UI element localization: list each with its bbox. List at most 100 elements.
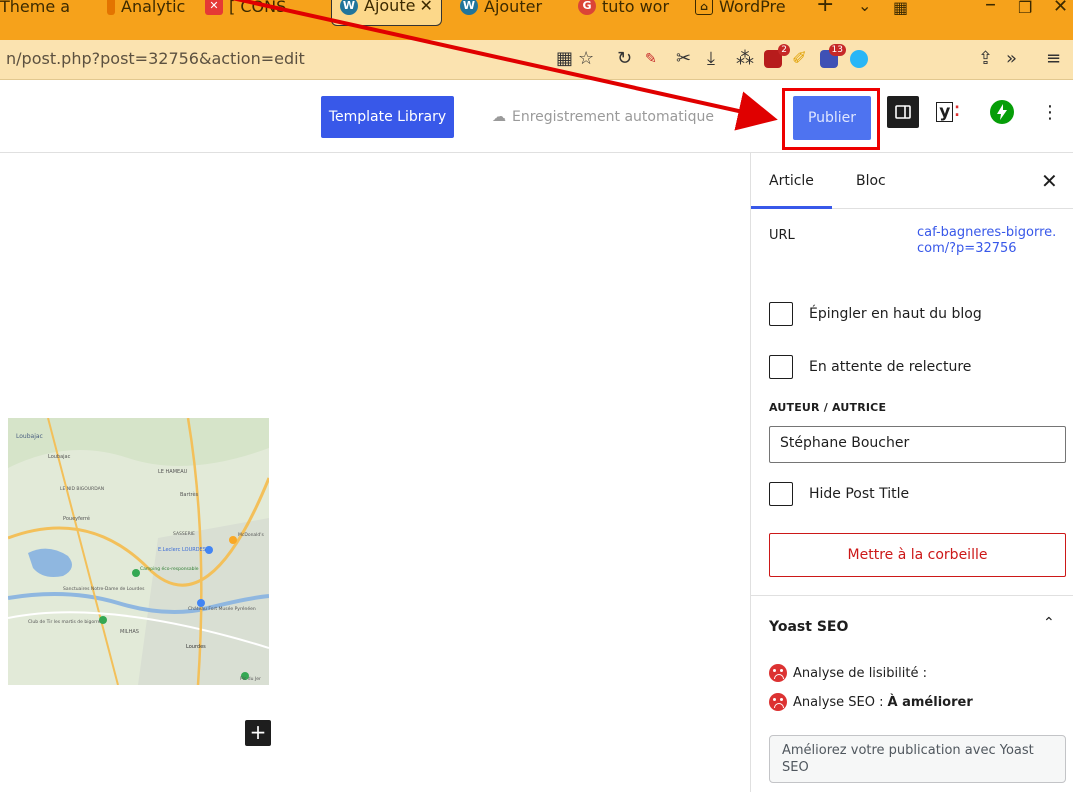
- settings-panel-toggle[interactable]: [887, 96, 919, 128]
- google-tab-icon: G: [578, 0, 596, 15]
- close-tab-icon[interactable]: ✕: [419, 0, 432, 15]
- readability-label: Analyse de lisibilité :: [793, 665, 927, 681]
- badge-count: 13: [828, 44, 846, 56]
- permalink-link[interactable]: caf-bagneres-bigorre.com/?p=32756: [917, 225, 1057, 257]
- tab-label: WordPre: [719, 0, 786, 16]
- share-icon[interactable]: ⇪: [978, 48, 993, 70]
- tab-label: Ajouter: [484, 0, 543, 16]
- scissors-extension-icon[interactable]: ✂: [676, 48, 691, 70]
- tab-label: Analytic: [121, 0, 186, 16]
- extension-grid-icon[interactable]: ⁂: [736, 48, 754, 70]
- pending-review-label: En attente de relecture: [809, 359, 972, 375]
- seo-status: À améliorer: [887, 694, 973, 710]
- map-label: Pic du Jer: [240, 676, 261, 682]
- bolt-icon: [990, 100, 1014, 124]
- pin-post-label: Épingler en haut du blog: [809, 306, 982, 322]
- screen: Theme a Analytic ✕ [ CONS W Ajoute ✕ W A…: [0, 0, 1073, 792]
- map-label: Sanctuaires Notre-Dame de Lourdes: [63, 586, 145, 592]
- map-graphic: Loubajac Loubajac LE HAMEAU LE NID BIGOU…: [8, 418, 269, 685]
- more-extensions-icon[interactable]: »: [1006, 48, 1017, 70]
- cloud-icon: ☁: [492, 109, 506, 125]
- performance-icon[interactable]: [986, 96, 1018, 128]
- map-label: MILHAS: [120, 629, 139, 635]
- pending-review-option[interactable]: En attente de relecture: [769, 355, 971, 379]
- tab-bloc[interactable]: Bloc: [838, 153, 904, 209]
- more-options-icon[interactable]: ⋮: [1034, 96, 1066, 128]
- qr-icon[interactable]: ▦: [556, 48, 573, 70]
- browser-tab-strip: Theme a Analytic ✕ [ CONS W Ajoute ✕ W A…: [0, 0, 1073, 40]
- address-bar: n/post.php?post=32756&action=edit ▦ ☆ ↻ …: [0, 40, 1073, 80]
- autosave-status: ☁ Enregistrement automatique: [492, 109, 714, 125]
- divider: [751, 595, 1073, 596]
- browser-tab[interactable]: G tuto wor: [578, 0, 669, 26]
- map-label: Lourdes: [186, 644, 206, 650]
- pencil-extension-icon[interactable]: ✐: [792, 48, 807, 70]
- seo-label: Analyse SEO :: [793, 694, 884, 710]
- pin-post-checkbox[interactable]: [769, 302, 793, 326]
- readability-analysis: Analyse de lisibilité :: [769, 664, 927, 682]
- tab-label: Theme a: [0, 0, 71, 16]
- wordpress-tab-icon: W: [340, 0, 358, 15]
- badge-count: 2: [778, 44, 790, 56]
- close-window-icon[interactable]: ✕: [1053, 0, 1068, 17]
- map-label: Camping éco-responsable: [140, 565, 199, 572]
- sad-face-icon: [769, 664, 787, 682]
- autosave-label: Enregistrement automatique: [512, 109, 714, 125]
- grid-icon[interactable]: ▦: [893, 0, 908, 17]
- editor-header: Template Library ☁ Enregistrement automa…: [0, 81, 1073, 153]
- pending-review-checkbox[interactable]: [769, 355, 793, 379]
- tab-article[interactable]: Article: [751, 153, 832, 209]
- yoast-panel-title[interactable]: Yoast SEO: [769, 619, 848, 635]
- yoast-improve-button[interactable]: Améliorez votre publication avec Yoast S…: [769, 735, 1066, 783]
- add-block-button[interactable]: +: [245, 720, 271, 746]
- wordpress-tab-icon: ⌂: [695, 0, 713, 15]
- url-input[interactable]: n/post.php?post=32756&action=edit: [6, 49, 305, 68]
- map-label: Loubajac: [48, 454, 71, 460]
- template-library-button[interactable]: Template Library: [321, 96, 454, 138]
- tab-label: tuto wor: [602, 0, 670, 16]
- pdf-extension-icon[interactable]: ✎: [645, 48, 657, 70]
- author-select[interactable]: Stéphane Boucher: [769, 426, 1066, 463]
- map-label: LE NID BIGOURDAN: [60, 486, 104, 492]
- close-icon[interactable]: ✕: [1041, 169, 1058, 193]
- map-label: SASSERIE: [173, 531, 195, 537]
- restore-icon[interactable]: ❐: [1018, 0, 1032, 17]
- author-label: AUTEUR / AUTRICE: [769, 401, 887, 414]
- settings-sidebar: Article Bloc ✕ URL caf-bagneres-bigorre.…: [750, 153, 1073, 792]
- translate-extension-icon[interactable]: [850, 50, 868, 68]
- browser-tab[interactable]: W Ajouter: [460, 0, 542, 26]
- publish-button[interactable]: Publier: [793, 96, 871, 140]
- hide-title-checkbox[interactable]: [769, 482, 793, 506]
- browser-tab[interactable]: ⌂ WordPre: [695, 0, 786, 26]
- trash-button[interactable]: Mettre à la corbeille: [769, 533, 1066, 577]
- minimize-icon[interactable]: –: [985, 0, 996, 17]
- map-image[interactable]: Loubajac Loubajac LE HAMEAU LE NID BIGOU…: [8, 418, 269, 685]
- map-label: Club de Tir les martis de bigorre: [28, 619, 101, 625]
- chevron-up-icon[interactable]: ⌃: [1043, 615, 1055, 631]
- browser-tab-active[interactable]: W Ajoute ✕: [331, 0, 442, 26]
- download-icon[interactable]: ⤓: [707, 48, 715, 70]
- browser-tab[interactable]: Theme a: [0, 0, 70, 26]
- tab-label: [ CONS: [229, 0, 287, 16]
- map-label: Poueyferré: [63, 515, 90, 522]
- hide-title-option[interactable]: Hide Post Title: [769, 482, 909, 506]
- browser-tab[interactable]: Analytic: [107, 0, 185, 26]
- reload-icon[interactable]: ↻: [617, 48, 632, 70]
- notification-extension-icon[interactable]: 13: [820, 44, 846, 68]
- sad-face-icon: [769, 693, 787, 711]
- browser-tab[interactable]: ✕ [ CONS: [205, 0, 286, 26]
- cons-tab-icon: ✕: [205, 0, 223, 15]
- tab-label: Ajoute: [364, 0, 416, 15]
- ublock-extension-icon[interactable]: 2: [764, 44, 790, 68]
- menu-icon[interactable]: ≡: [1046, 48, 1061, 70]
- seo-analysis: Analyse SEO : À améliorer: [769, 693, 973, 711]
- sidebar-tabs: Article Bloc ✕: [751, 153, 1073, 209]
- new-tab-icon[interactable]: +: [816, 0, 834, 17]
- chevron-down-icon[interactable]: ⌄: [858, 0, 871, 15]
- star-icon[interactable]: ☆: [578, 48, 594, 70]
- yoast-icon[interactable]: y ⁚: [932, 96, 964, 128]
- pin-post-option[interactable]: Épingler en haut du blog: [769, 302, 982, 326]
- analytics-tab-icon: [107, 0, 115, 15]
- hide-title-label: Hide Post Title: [809, 486, 910, 502]
- sidebar-icon: [895, 105, 911, 119]
